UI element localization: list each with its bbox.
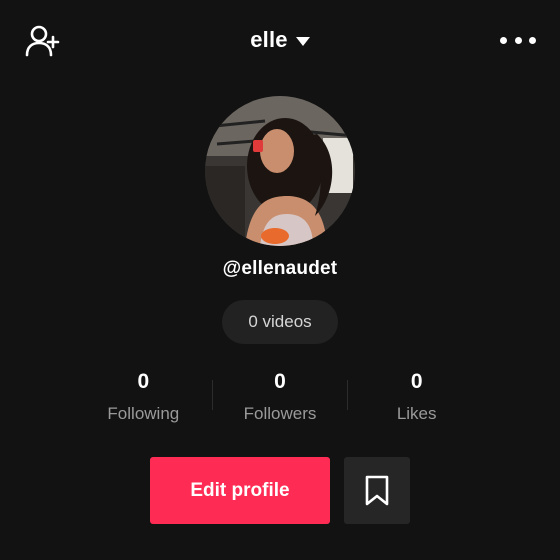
stat-following[interactable]: 0 Following <box>75 366 212 430</box>
stats-row: 0 Following 0 Followers 0 Likes <box>75 366 485 430</box>
bookmark-icon <box>365 475 389 505</box>
bookmark-button[interactable] <box>344 457 410 524</box>
stat-value: 0 <box>137 370 150 393</box>
add-user-button[interactable] <box>24 24 60 58</box>
chevron-down-icon <box>295 36 310 46</box>
username: @ellenaudet <box>222 258 338 279</box>
more-horizontal-icon <box>500 36 507 44</box>
account-name: elle <box>250 27 288 52</box>
top-bar: elle <box>0 0 560 80</box>
more-horizontal-icon <box>514 36 522 44</box>
more-options-button[interactable] <box>500 30 536 50</box>
profile-photo <box>205 96 355 246</box>
stat-likes[interactable]: 0 Likes <box>348 366 485 430</box>
avatar[interactable] <box>205 96 355 246</box>
account-switcher[interactable]: elle <box>220 26 340 54</box>
edit-profile-button[interactable]: Edit profile <box>150 457 330 524</box>
stat-followers[interactable]: 0 Followers <box>211 366 349 430</box>
stat-value: 0 <box>274 370 286 393</box>
stat-label: Likes <box>396 404 437 423</box>
stat-label: Following <box>107 404 180 423</box>
more-horizontal-icon <box>529 36 536 44</box>
videos-count-pill[interactable]: 0 videos <box>222 300 338 344</box>
add-user-icon <box>25 25 60 57</box>
divider <box>211 380 213 410</box>
stat-label: Followers <box>243 404 317 423</box>
stat-value: 0 <box>410 370 423 393</box>
